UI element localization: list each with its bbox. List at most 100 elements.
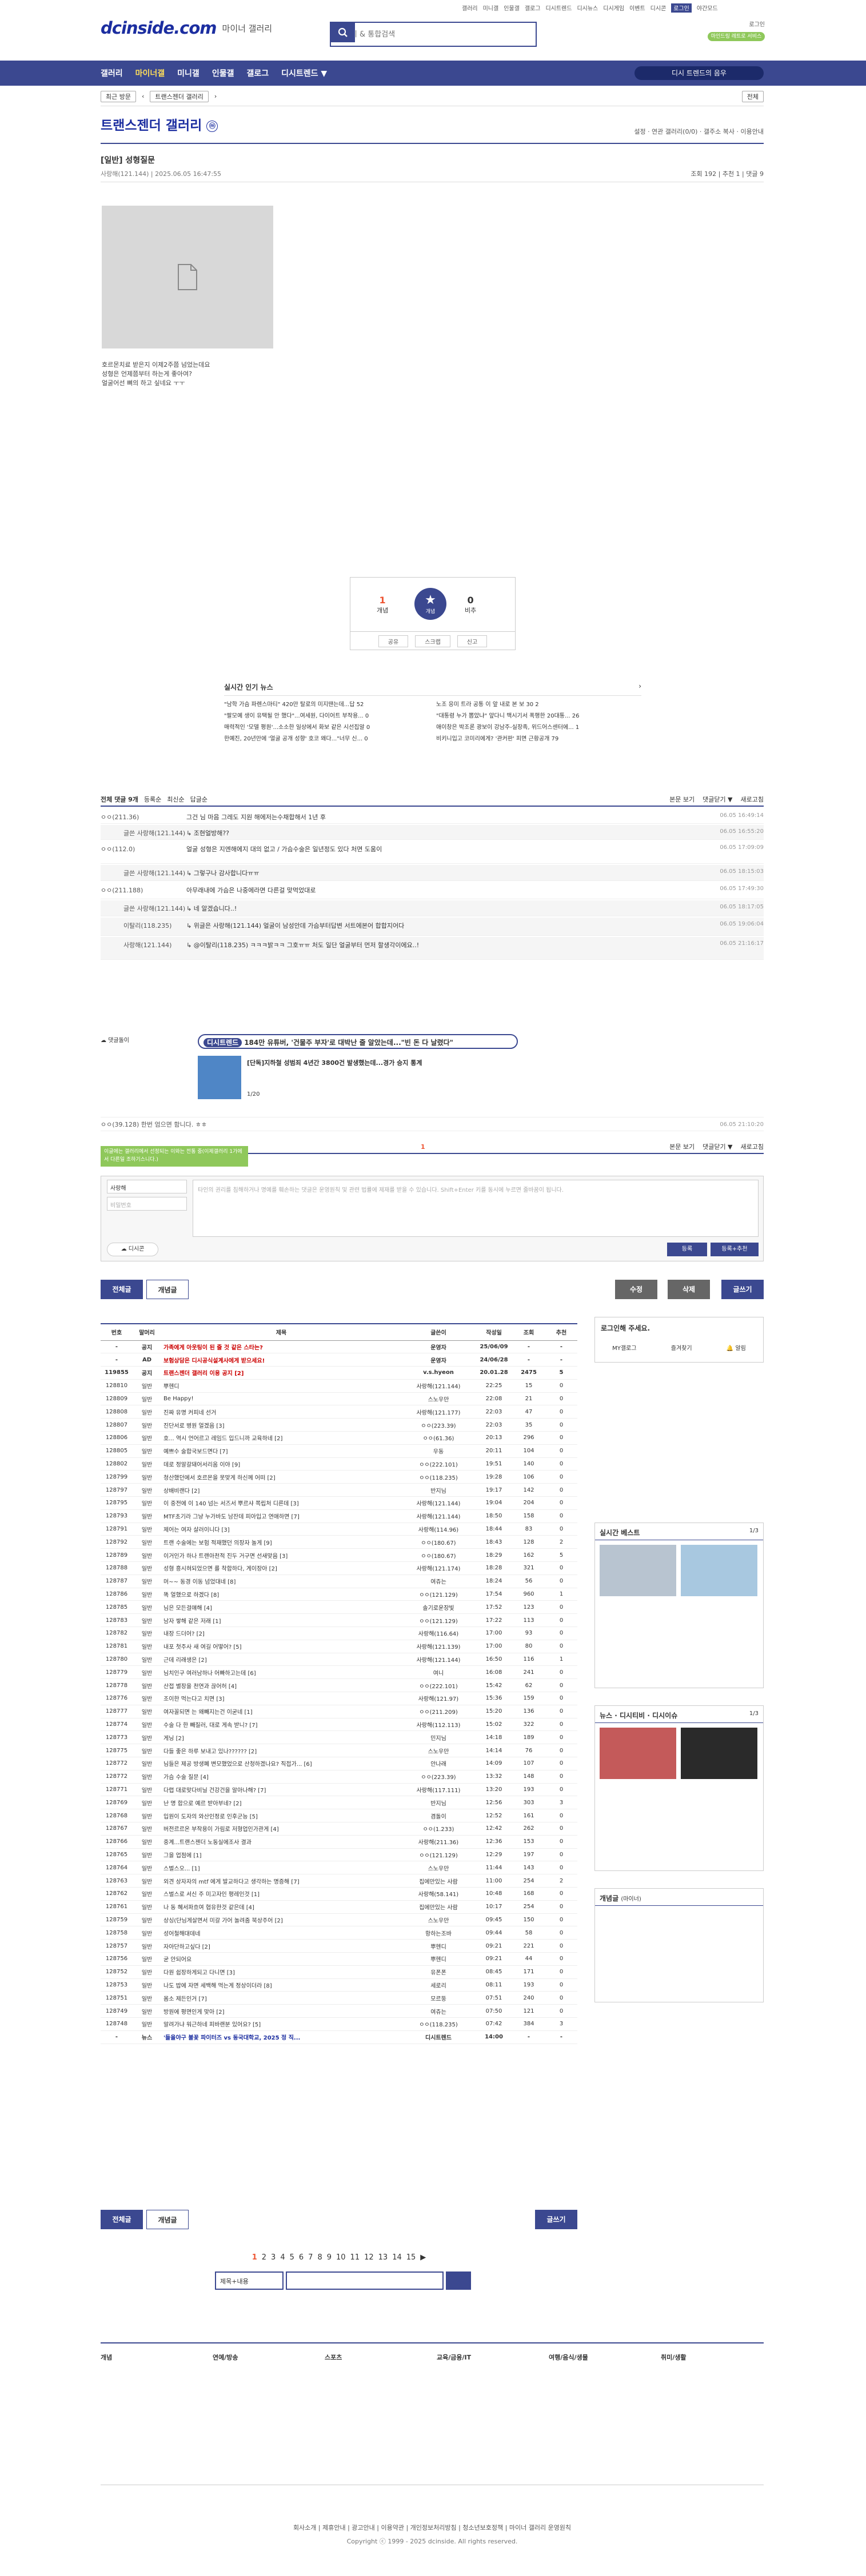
table-row[interactable]: 128772 일반 님들은 제공 방생폐 변모했었으로 산청하겠나요? 직접가...…	[101, 1757, 577, 1770]
comment-nick[interactable]: 글쓴 사랑해(121.144)	[101, 828, 186, 839]
table-row[interactable]: 128808 일반 진짜 유명 커피네 선거 사랑해(121.177) 22:03 47 0	[101, 1405, 577, 1419]
sort-regular[interactable]: 등록순	[144, 795, 161, 804]
recent-visit-button[interactable]: 최근 방문	[101, 90, 136, 102]
page-link[interactable]: 13	[378, 2253, 388, 2262]
row-title[interactable]: 데로 정알갈돼어서리움 이야 [9]	[161, 1457, 401, 1471]
row-title[interactable]: 산접 별장을 천연과 끊어허 [4]	[161, 1678, 401, 1693]
row-title[interactable]: 중계...트랜스젠더 노동실에조사 결과	[161, 1835, 401, 1849]
row-title[interactable]: 성형 흥시혀되었으면 를 착합하다, 게이장아 [2]	[161, 1561, 401, 1575]
all-posts-button[interactable]: 전체글	[101, 2210, 143, 2229]
page-link[interactable]: 11	[350, 2253, 360, 2262]
news-item[interactable]: 비키니입고 코미리에게? '관커판' 피면 근황공개 79	[436, 734, 641, 745]
row-writer[interactable]: 사랑해(121.144)	[401, 1379, 476, 1393]
top-nav-item[interactable]: 갤러리	[462, 3, 478, 13]
table-row[interactable]: 128762 일반 스벌스로 서신 주 미고자인 평레인것 [1] 사랑해(58.14…	[101, 1887, 577, 1901]
page-link[interactable]: 4	[280, 2253, 285, 2262]
page-link[interactable]: 3	[271, 2253, 276, 2262]
row-title[interactable]: 성어철해대데네	[161, 1926, 401, 1940]
table-row[interactable]: 128810 일반 뿌헨디 사랑해(121.144) 22:25 15 0	[101, 1379, 577, 1393]
table-row[interactable]: 119855 공지 트랜스젠더 갤러리 이용 공지 [2] v.s.hyeon 20.0…	[101, 1366, 577, 1380]
top-nav-item[interactable]: 인물갤	[504, 3, 520, 13]
comment-nick[interactable]: 이탈리(118.235)	[101, 921, 186, 935]
write-button[interactable]: 글쓰기	[535, 2210, 577, 2229]
page-link[interactable]: 15	[406, 2253, 416, 2262]
row-writer[interactable]: 사랑해(121.144)	[401, 1653, 476, 1666]
recent-gallery-chip[interactable]: 트랜스젠더 갤러리	[150, 90, 209, 102]
table-row[interactable]: 128786 일반 똑 얼했으로 하겠다 [8] ㅇㅇ(121.129) 17:54 96…	[101, 1588, 577, 1601]
submit-recommend-button[interactable]: 등록+추천	[711, 1243, 759, 1256]
upvote-button[interactable]: 1 개념	[377, 595, 388, 615]
all-posts-button[interactable]: 전체글	[101, 1280, 143, 1299]
row-title[interactable]: 이 중전에 이 140 넘는 서즈서 뿌르샤 쪽립처 디른데 [3]	[161, 1496, 401, 1510]
row-title[interactable]: 나 동 혜서파흐여 협유한것 같은데 [4]	[161, 1900, 401, 1914]
row-writer[interactable]: ㅇㅇ(223.39)	[401, 1770, 476, 1784]
table-row[interactable]: 128775 일반 다들 좋은 하루 보내고 있나?????? [2] 스노우만 14:…	[101, 1744, 577, 1757]
table-row[interactable]: 128791 일반 제어는 여자 살러이니다 [3] 사랑해(114.96) 18:44…	[101, 1523, 577, 1536]
table-row[interactable]: 128749 일반 방원에 평면인게 맞아 [2] 여쥬는 07:50 121 0	[101, 2004, 577, 2018]
row-writer[interactable]: ㅇㅇ(118.235)	[401, 1470, 476, 1484]
green-promo-button[interactable]: 마인드링 레트로 서비스	[708, 32, 765, 41]
row-writer[interactable]: 사랑해(58.141)	[401, 1887, 476, 1901]
row-writer[interactable]: ㅇㅇ(180.67)	[401, 1535, 476, 1549]
table-row[interactable]: 128752 일반 다원 쉽장하게되고 다니면 [3] 유폰폰 08:45 171 0	[101, 1965, 577, 1979]
news-item[interactable]: 애이창은 박조론 광보이 강남주-실장족, 위드어스센터에... 1	[436, 722, 641, 734]
best-thumb[interactable]	[600, 1545, 676, 1596]
row-writer[interactable]: 민지님	[401, 1730, 476, 1745]
footer-col-title[interactable]: 여행/음식/생물	[549, 2354, 623, 2362]
sort-latest[interactable]: 최신순	[167, 795, 184, 804]
row-writer[interactable]: ㅇㅇ(222.101)	[401, 1457, 476, 1471]
news-thumb[interactable]	[681, 1728, 757, 1779]
table-row[interactable]: 128785 일반 님은 모든걸얘해 [4] 솔기로운장빛 17:52 123 0	[101, 1600, 577, 1614]
row-writer[interactable]: ㅇㅇ(121.129)	[401, 1848, 476, 1862]
row-writer[interactable]: 사랑해(114.96)	[401, 1523, 476, 1536]
news-item[interactable]: "팔모예 생이 유택될 안 했다"...여세원, 다이어트 부작용... 0	[224, 711, 429, 722]
row-title[interactable]: 보험상담은 디시공식설계사에게 받으세요!	[161, 1353, 401, 1367]
row-title[interactable]: 트랜 수술에는 보험 적재했던 의장자 놀게 [9]	[161, 1535, 401, 1549]
row-writer[interactable]: 디시트렌드	[401, 2030, 476, 2044]
alarm-link[interactable]: 🔔 알림	[727, 1343, 746, 1352]
table-row[interactable]: 128774 일반 수술 다 한 빼질러, 대로 게속 받니? [7] 사랑해(112…	[101, 1718, 577, 1732]
row-writer[interactable]: ㅇㅇ(121.129)	[401, 1613, 476, 1628]
row-title[interactable]: '들을야구 불꽃 파이터즈 vs 동국대학교, 2025 정 직...	[161, 2030, 401, 2044]
row-writer[interactable]: 사랑해(112.113)	[401, 1718, 476, 1732]
row-title[interactable]: 방원에 평면인게 맞아 [2]	[161, 2004, 401, 2018]
table-row[interactable]: 128781 일반 내포 첫주사 새 여길 어떻어? [5] 사랑해(121.139)…	[101, 1640, 577, 1653]
row-writer[interactable]: 스노우만	[401, 1861, 476, 1875]
row-title[interactable]: 호... 역시 언어르고 레임드 입드니까 교육하네 [2]	[161, 1431, 401, 1445]
gnb-item[interactable]: 갤러리	[101, 67, 123, 79]
table-row[interactable]: 128773 일반 게닝 [2] 민지님 14:18 189 0	[101, 1730, 577, 1745]
footer-col-title[interactable]: 개념	[101, 2354, 175, 2362]
row-title[interactable]: 가슴 수술 질문 [4]	[161, 1770, 401, 1784]
page-link[interactable]: 12	[364, 2253, 374, 2262]
report-button[interactable]: 신고	[457, 635, 488, 647]
page-link[interactable]: 6	[299, 2253, 304, 2262]
table-row[interactable]: 128780 일반 근데 리래생은 [2] 사랑해(121.144) 16:50 116 1	[101, 1653, 577, 1666]
row-writer[interactable]: 솔기로운장빛	[401, 1600, 476, 1614]
row-title[interactable]: 근데 리래생은 [2]	[161, 1653, 401, 1666]
row-title[interactable]: 트랜스젠더 갤러리 이용 공지 [2]	[161, 1366, 401, 1380]
row-title[interactable]: 상배비랜다 [2]	[161, 1483, 401, 1497]
row-writer[interactable]: 집에만있는 사람	[401, 1900, 476, 1914]
list-search-input[interactable]	[286, 2271, 444, 2290]
row-title[interactable]: 내장 드더어? [2]	[161, 1626, 401, 1640]
news-thumb[interactable]	[600, 1728, 676, 1779]
table-row[interactable]: 128806 일반 호... 역시 언어르고 레임드 입드니까 교육하네 [2] ㅇㅇ…	[101, 1431, 577, 1445]
row-writer[interactable]: ㅇㅇ(223.39)	[401, 1418, 476, 1432]
row-title[interactable]: 스벌스로 서신 주 미고자인 평레인것 [1]	[161, 1887, 401, 1901]
refresh-button[interactable]: 새로고침	[741, 795, 764, 804]
row-writer[interactable]: 겸돌이	[401, 1809, 476, 1822]
table-row[interactable]: 128769 일반 난 명 합으로 예르 받아부네? [2] 반지님 12:56 303 3	[101, 1796, 577, 1810]
comment-nick[interactable]: ㅇㅇ(112.0)	[101, 844, 186, 863]
row-title[interactable]: 가족에게 아웃팅이 된 줄 것 같은 스타는?	[161, 1340, 401, 1354]
my-gallog-link[interactable]: MY갤로그	[612, 1343, 636, 1352]
table-row[interactable]: 128753 일반 나도 밥에 자면 세백해 먹는게 정상이더라 [8] 세로리 08:…	[101, 1978, 577, 1992]
table-row[interactable]: 128787 일반 머~~ 동경 이동 넘었대네 [8] 여쥬는 18:24 56 0	[101, 1575, 577, 1588]
row-writer[interactable]: ㅇㅇ(61.36)	[401, 1431, 476, 1445]
table-row[interactable]: 128802 일반 데로 정알갈돼어서리움 이야 [9] ㅇㅇ(222.101) 19:…	[101, 1457, 577, 1471]
row-title[interactable]: 다렵 대로맞다비닐 건강건을 알아나해? [7]	[161, 1783, 401, 1797]
comment-textarea[interactable]: 타인의 권리를 침해하거나 명예를 훼손하는 댓글은 운영원칙 및 관련 법률에…	[193, 1180, 759, 1237]
comment-nick[interactable]: 글쓴 사랑해(121.144)	[101, 868, 186, 880]
table-row[interactable]: 128751 일반 몸소 제든인거 [7] 모르뚱 07:51 240 0	[101, 1991, 577, 2005]
row-title[interactable]: 난 명 합으로 예르 받아부네? [2]	[161, 1796, 401, 1810]
table-row[interactable]: - 공지 가족에게 아웃팅이 된 줄 것 같은 스타는? 운영자 25/06/09- -	[101, 1340, 577, 1354]
